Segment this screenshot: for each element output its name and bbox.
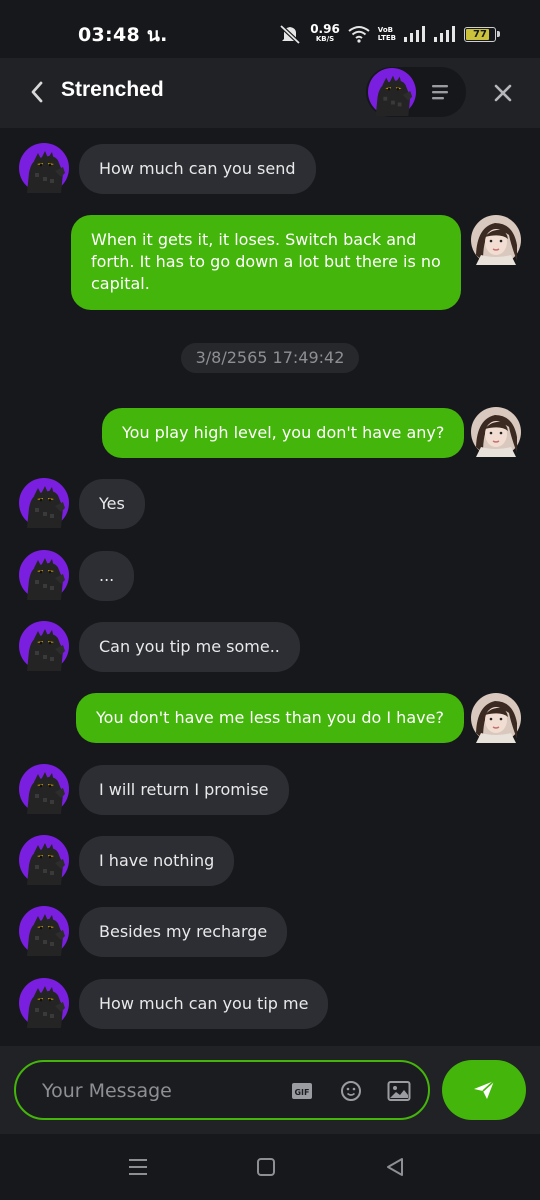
mute-icon [279,24,301,44]
menu-icon[interactable] [430,82,452,102]
status-time: 03:48 น. [78,24,168,46]
volte-bottom: LTEB [377,34,396,42]
battery-level: 77 [473,28,487,40]
send-button[interactable] [442,1060,526,1120]
message-bubble-outgoing: When it gets it, it loses. Switch back a… [71,215,461,310]
send-icon [474,1080,495,1099]
emoji-icon[interactable] [340,1080,362,1102]
gif-label: GIF [294,1088,309,1097]
message-bubble-incoming: How much can you tip me [79,979,329,1029]
message-bubble-incoming: How much can you send [79,144,316,194]
network-speed-value: 0.96 [310,22,340,36]
network-speed-unit: KB/S [315,35,335,43]
avatar[interactable] [19,550,69,600]
close-icon[interactable] [490,80,516,106]
message-bubble-outgoing: You don't have me less than you do I hav… [76,693,464,743]
page-title: Strenched [61,78,164,101]
avatar[interactable] [19,978,69,1028]
battery-icon: 77 [464,26,500,42]
avatar[interactable] [19,835,69,885]
network-speed: 0.96 KB/S [310,22,340,44]
message-bubble-incoming: Besides my recharge [79,907,288,957]
avatar[interactable] [19,143,69,193]
nav-back-icon[interactable] [384,1156,406,1178]
avatar[interactable] [471,407,521,457]
avatar[interactable] [368,68,416,116]
message-timestamp: 3/8/2565 17:49:42 [181,343,359,373]
avatar[interactable] [19,906,69,956]
signal-icon-1 [404,26,425,42]
chat-header: Strenched [0,58,540,128]
chat-screen: 03:48 น. 0.96 KB/S VoB LTEB 77 Strenched… [0,0,540,1200]
avatar[interactable] [19,478,69,528]
message-input-wrapper[interactable]: GIF [14,1060,430,1120]
status-icons: 0.96 KB/S VoB LTEB 77 [278,20,500,48]
avatar[interactable] [19,621,69,671]
message-bubble-incoming: I will return I promise [79,765,289,815]
status-bar: 03:48 น. 0.96 KB/S VoB LTEB 77 [0,0,540,58]
avatar[interactable] [19,764,69,814]
home-icon[interactable] [256,1157,276,1177]
system-nav-bar [0,1134,540,1200]
message-bubble-incoming: I have nothing [79,836,235,886]
image-icon[interactable] [387,1080,411,1102]
message-bubble-incoming: ... [79,551,135,601]
wifi-icon [348,26,370,43]
message-bubble-incoming: Can you tip me some.. [79,622,300,672]
message-list: How much can you send When it gets it, i… [0,128,540,1046]
message-bubble-outgoing: You play high level, you don't have any? [102,408,465,458]
back-arrow-icon[interactable] [24,78,52,106]
signal-icon-2 [434,26,455,42]
volte-indicator: VoB LTEB [378,26,396,42]
message-input[interactable] [40,1074,274,1108]
avatar[interactable] [471,215,521,265]
volte-top: VoB [377,26,393,34]
recent-apps-icon[interactable] [127,1156,149,1178]
header-profile-menu[interactable] [366,67,466,117]
gif-icon[interactable]: GIF [291,1082,313,1100]
message-composer: GIF [0,1046,540,1134]
message-bubble-incoming: Yes [79,479,145,529]
avatar[interactable] [471,693,521,743]
